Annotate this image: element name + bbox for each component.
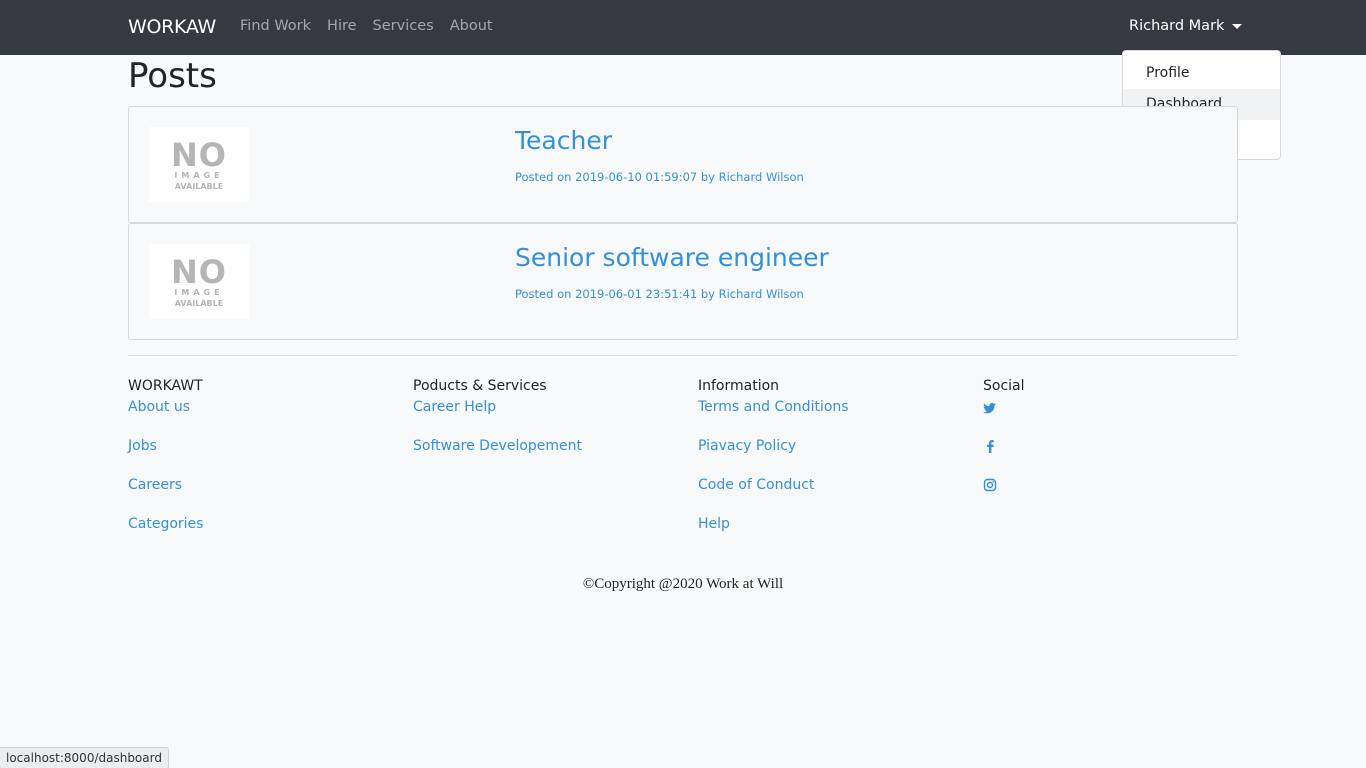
footer-link-categories[interactable]: Categories — [128, 513, 398, 552]
footer-column-company: WORKAWT About us Jobs Careers Categories — [128, 376, 398, 552]
thumbnail-available-text: AVAILABLE — [174, 182, 224, 191]
brand-logo[interactable]: WORKAW — [128, 16, 216, 38]
nav-services[interactable]: Services — [373, 18, 434, 34]
nav-hire[interactable]: Hire — [327, 18, 357, 34]
footer-link-code-of-conduct[interactable]: Code of Conduct — [698, 474, 968, 513]
thumbnail-no-text: NO — [171, 136, 227, 174]
post-thumbnail: NO IMAGE AVAILABLE — [149, 244, 249, 319]
post-title-link[interactable]: Senior software engineer — [515, 243, 829, 272]
footer-link-about-us[interactable]: About us — [128, 396, 398, 435]
thumbnail-image-text: IMAGE — [174, 288, 224, 297]
post-thumbnail: NO IMAGE AVAILABLE — [149, 127, 249, 202]
footer-column-products: Poducts & Services Career Help Software … — [413, 376, 683, 474]
caret-down-icon — [1232, 23, 1243, 29]
post-card: NO IMAGE AVAILABLE Senior software engin… — [128, 223, 1238, 340]
footer-link-terms[interactable]: Terms and Conditions — [698, 396, 968, 435]
navbar: WORKAW Find Work Hire Services About Ric… — [0, 0, 1366, 55]
page-title: Posts — [128, 56, 217, 96]
footer-link-jobs[interactable]: Jobs — [128, 435, 398, 474]
post-meta: Posted on 2019-06-10 01:59:07 by Richard… — [515, 170, 804, 184]
user-name: Richard Mark — [1129, 18, 1225, 34]
nav-about[interactable]: About — [450, 18, 493, 34]
footer-link-software-development[interactable]: Software Developement — [413, 435, 683, 474]
footer-heading: Poducts & Services — [413, 378, 547, 394]
footer-heading: Information — [698, 378, 780, 394]
footer-divider — [128, 355, 1238, 356]
footer-heading: Social — [983, 378, 1025, 394]
footer-link-privacy[interactable]: Piavacy Policy — [698, 435, 968, 474]
post-title-link[interactable]: Teacher — [515, 126, 612, 155]
dropdown-item-profile[interactable]: Profile — [1123, 58, 1280, 89]
instagram-icon[interactable] — [983, 474, 1253, 513]
footer-link-career-help[interactable]: Career Help — [413, 396, 683, 435]
footer-column-information: Information Terms and Conditions Piavacy… — [698, 376, 968, 552]
footer-heading: WORKAWT — [128, 378, 203, 394]
nav-find-work[interactable]: Find Work — [240, 18, 311, 34]
thumbnail-image-text: IMAGE — [174, 171, 224, 180]
copyright-text: ©Copyright @2020 Work at Will — [582, 576, 784, 592]
footer-column-social: Social — [983, 376, 1253, 513]
thumbnail-available-text: AVAILABLE — [174, 299, 224, 308]
nav-links: Find Work Hire Services About — [240, 18, 493, 34]
facebook-icon[interactable] — [983, 435, 1253, 474]
footer-link-help[interactable]: Help — [698, 513, 968, 552]
browser-status-bar: localhost:8000/dashboard — [0, 747, 169, 768]
post-card: NO IMAGE AVAILABLE Teacher Posted on 201… — [128, 106, 1238, 223]
user-menu-toggle[interactable]: Richard Mark — [1129, 18, 1243, 34]
post-meta: Posted on 2019-06-01 23:51:41 by Richard… — [515, 287, 804, 301]
twitter-icon[interactable] — [983, 396, 1253, 435]
thumbnail-no-text: NO — [171, 253, 227, 291]
footer-link-careers[interactable]: Careers — [128, 474, 398, 513]
